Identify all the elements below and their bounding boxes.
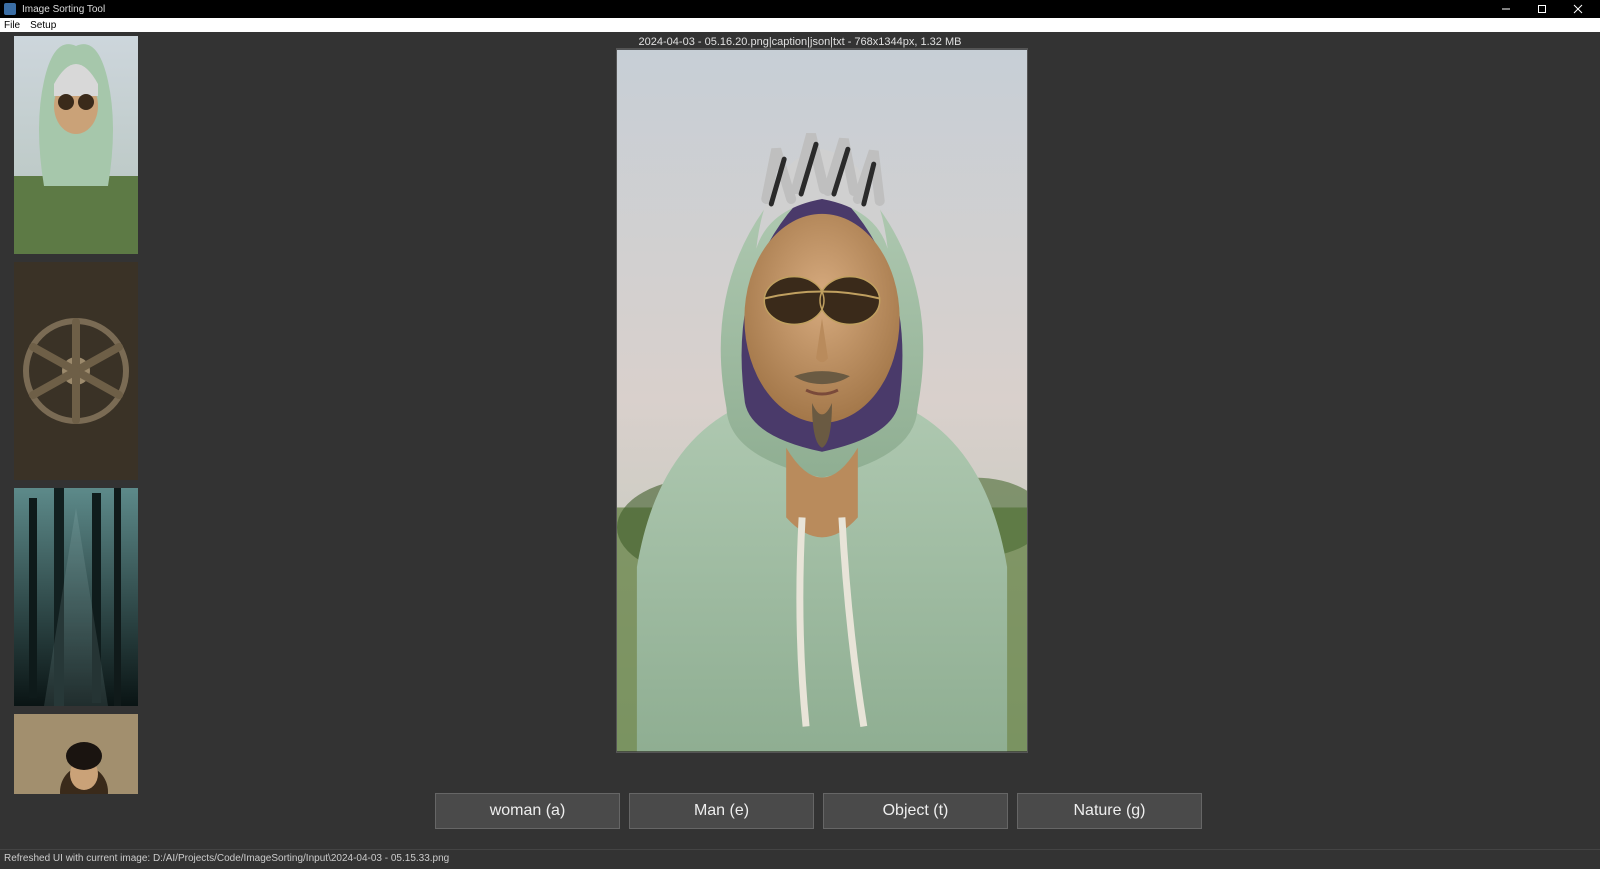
close-button[interactable] (1560, 0, 1596, 18)
thumbnail-1[interactable] (14, 36, 138, 254)
category-button-object[interactable]: Object (t) (823, 793, 1008, 829)
menu-setup[interactable]: Setup (30, 20, 56, 31)
menu-bar: File Setup (0, 18, 1600, 32)
minimize-button[interactable] (1488, 0, 1524, 18)
title-bar: Image Sorting Tool (0, 0, 1600, 18)
thumbnail-2[interactable] (14, 262, 138, 480)
category-button-row: woman (a) Man (e) Object (t) Nature (g) (435, 793, 1202, 829)
category-button-woman[interactable]: woman (a) (435, 793, 620, 829)
main-image-view (616, 48, 1028, 753)
image-info-label: 2024-04-03 - 05.16.20.png|caption|json|t… (0, 36, 1600, 48)
thumbnail-4[interactable] (14, 714, 138, 794)
category-button-man[interactable]: Man (e) (629, 793, 814, 829)
category-button-nature[interactable]: Nature (g) (1017, 793, 1202, 829)
status-text: Refreshed UI with current image: D:/AI/P… (4, 853, 449, 864)
window-title: Image Sorting Tool (22, 4, 105, 15)
menu-file[interactable]: File (4, 20, 20, 31)
status-bar: Refreshed UI with current image: D:/AI/P… (0, 849, 1600, 869)
maximize-button[interactable] (1524, 0, 1560, 18)
app-icon (4, 3, 16, 15)
content-area: 2024-04-03 - 05.16.20.png|caption|json|t… (0, 32, 1600, 869)
thumbnail-sidebar (14, 36, 138, 794)
thumbnail-3[interactable] (14, 488, 138, 706)
